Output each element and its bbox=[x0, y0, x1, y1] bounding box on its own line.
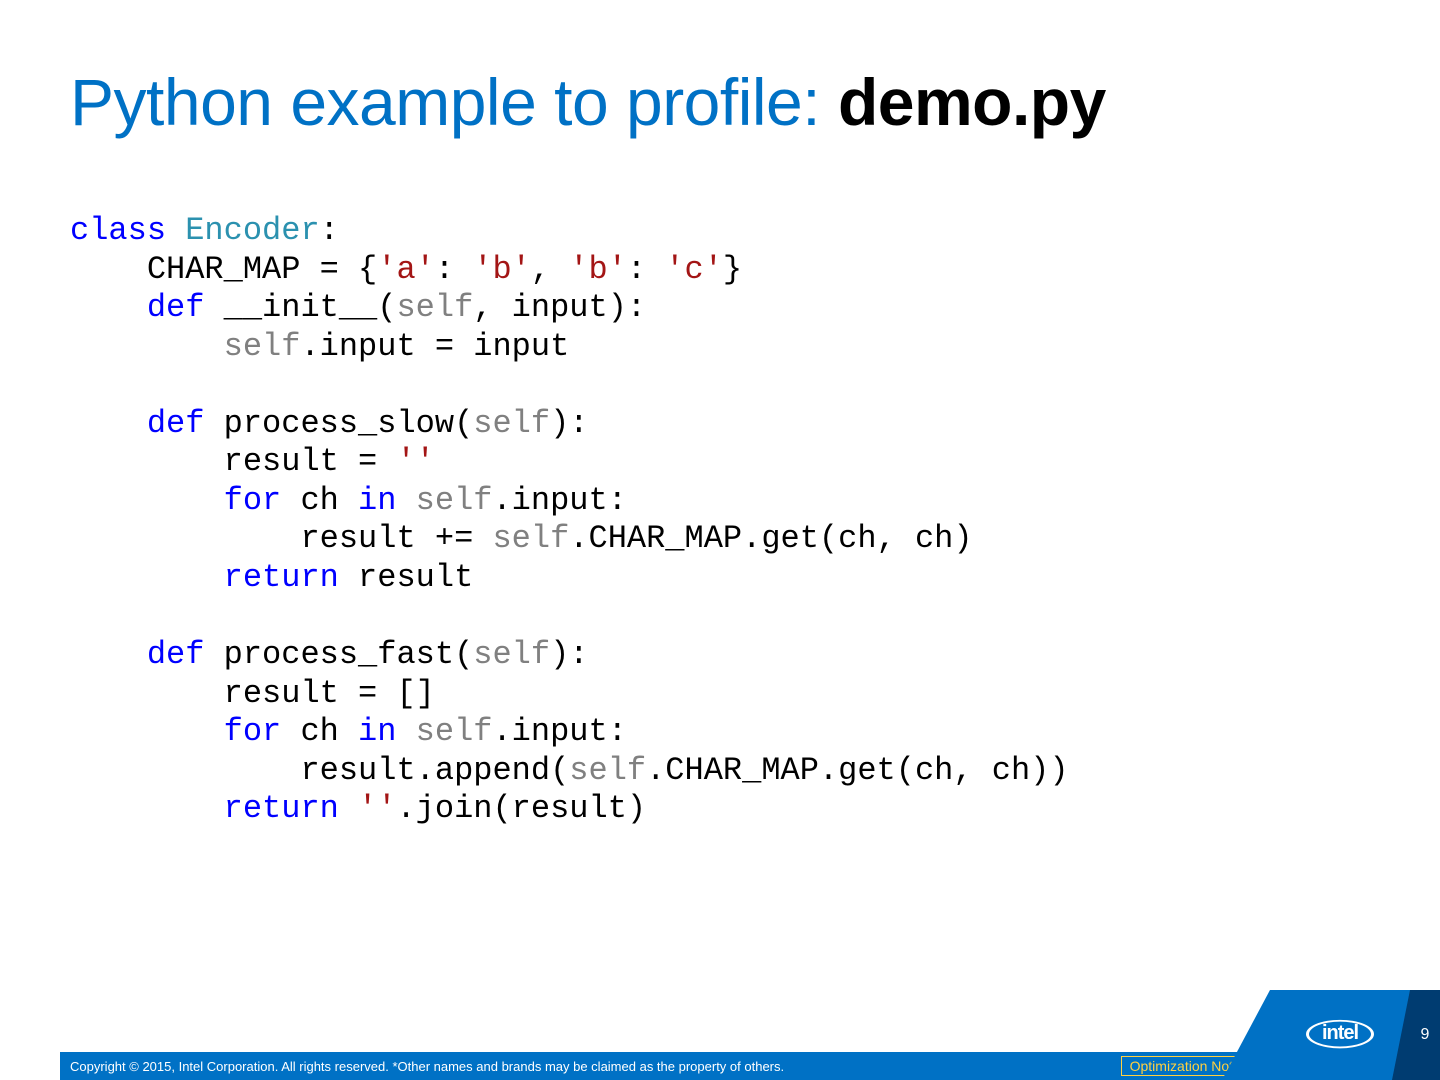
title-prefix: Python example to profile: bbox=[70, 65, 838, 139]
code-block: class Encoder: CHAR_MAP = {'a': 'b', 'b'… bbox=[70, 212, 1069, 829]
intel-logo-block: intel bbox=[1270, 990, 1410, 1080]
slide: Python example to profile: demo.py class… bbox=[0, 0, 1440, 1080]
footer: Copyright © 2015, Intel Corporation. All… bbox=[0, 990, 1440, 1080]
page-number-strip: 9 bbox=[1410, 990, 1440, 1080]
slide-title: Python example to profile: demo.py bbox=[70, 64, 1106, 140]
copyright-text: Copyright © 2015, Intel Corporation. All… bbox=[70, 1059, 784, 1074]
page-number: 9 bbox=[1421, 1026, 1430, 1044]
intel-logo-icon: intel bbox=[1306, 1011, 1374, 1057]
title-bold: demo.py bbox=[838, 65, 1106, 139]
intel-logo-text: intel bbox=[1306, 1022, 1374, 1045]
